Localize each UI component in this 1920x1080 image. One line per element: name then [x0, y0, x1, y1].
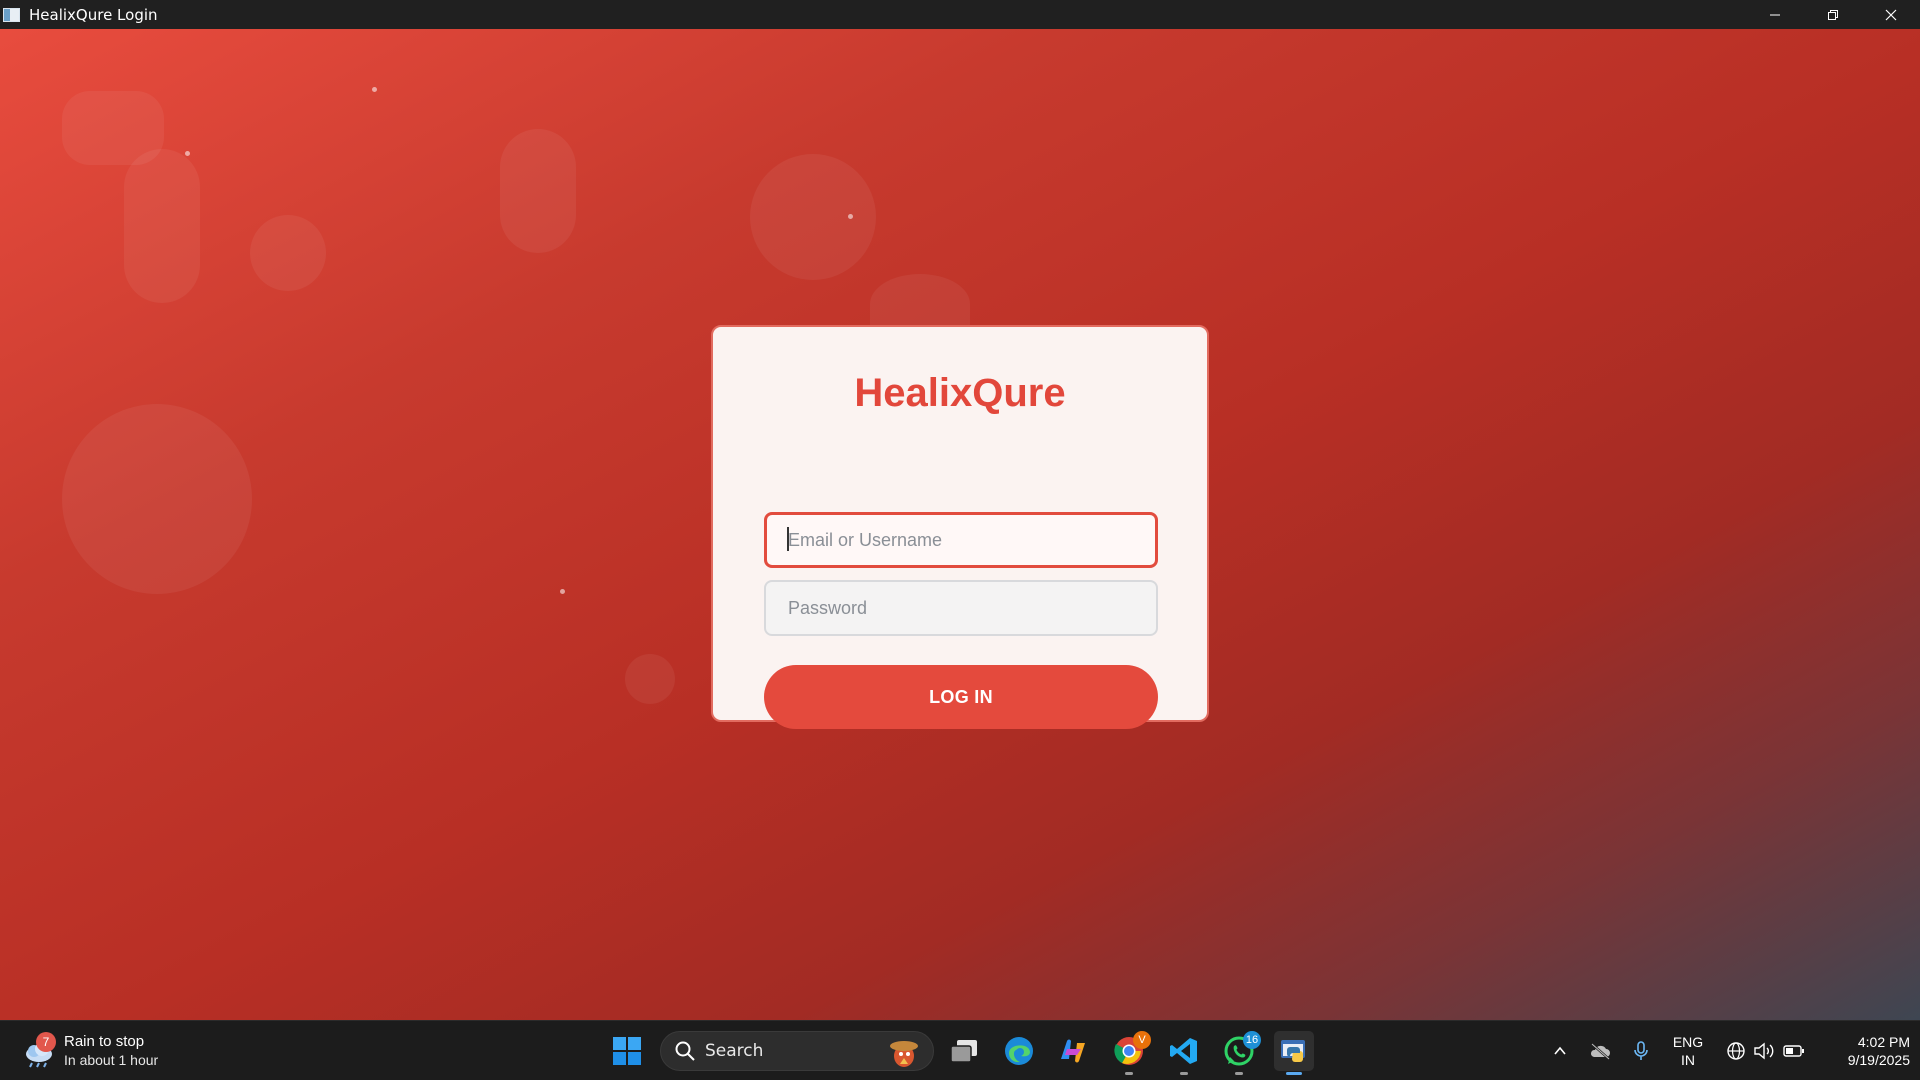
text-caret	[787, 527, 789, 551]
chrome-profile-badge: V	[1133, 1031, 1151, 1049]
globe-network-icon	[1727, 1042, 1745, 1060]
whatsapp-button[interactable]: 16	[1219, 1031, 1261, 1075]
close-button[interactable]	[1862, 0, 1920, 29]
window-titlebar[interactable]: HealixQure Login	[0, 0, 1920, 29]
search-label: Search	[705, 1041, 764, 1061]
window-controls	[1746, 0, 1920, 29]
minimize-button[interactable]	[1746, 0, 1804, 29]
close-icon	[1885, 9, 1897, 20]
decorative-bubble	[250, 215, 326, 291]
show-hidden-icons-button[interactable]	[1548, 1039, 1572, 1063]
login-card: HealixQure LOG IN	[711, 325, 1209, 729]
login-screen-background: HealixQure LOG IN	[0, 29, 1920, 1020]
chrome-browser-button[interactable]: V	[1109, 1031, 1151, 1075]
vscode-icon	[1170, 1038, 1197, 1064]
decorative-bubble	[750, 154, 876, 280]
python-app-icon	[1281, 1040, 1305, 1062]
password-input[interactable]	[764, 580, 1158, 636]
task-view-button[interactable]	[944, 1031, 984, 1071]
decorative-bubble	[62, 404, 252, 594]
restore-button[interactable]	[1804, 0, 1862, 29]
volume-button[interactable]	[1752, 1039, 1776, 1063]
running-indicator	[1125, 1072, 1133, 1075]
decorative-dot	[848, 214, 853, 219]
decorative-bubble	[124, 149, 200, 303]
brand-title: HealixQure	[854, 371, 1066, 415]
decorative-dot	[372, 87, 377, 92]
microphone-button[interactable]	[1629, 1039, 1653, 1063]
edge-browser-icon	[1005, 1037, 1033, 1065]
search-highlight-art-icon	[890, 1041, 918, 1067]
cloud-offline-icon	[1590, 1043, 1610, 1060]
battery-button[interactable]	[1782, 1039, 1806, 1063]
whatsapp-unread-badge: 16	[1243, 1031, 1261, 1049]
chevron-up-icon	[1554, 1046, 1566, 1055]
speaker-volume-icon	[1754, 1042, 1774, 1060]
microphone-icon	[1634, 1041, 1648, 1060]
battery-icon	[1783, 1045, 1804, 1057]
language-region: IN	[1681, 1052, 1695, 1068]
clock-date: 9/19/2025	[1847, 1052, 1910, 1068]
decorative-bubble	[500, 129, 576, 253]
input-language-indicator[interactable]: ENG IN	[1668, 1033, 1708, 1069]
vscode-button[interactable]	[1164, 1031, 1204, 1075]
minimize-icon	[1770, 14, 1780, 15]
running-indicator	[1235, 1072, 1243, 1075]
edge-browser-button[interactable]	[999, 1031, 1039, 1071]
python-app-button[interactable]	[1274, 1031, 1314, 1075]
network-button[interactable]	[1724, 1039, 1748, 1063]
restore-icon	[1828, 9, 1838, 20]
window-title: HealixQure Login	[29, 5, 158, 24]
app-window-icon	[3, 7, 20, 22]
language-code: ENG	[1672, 1034, 1704, 1050]
copilot-button[interactable]	[1053, 1031, 1093, 1071]
decorative-dot	[560, 589, 565, 594]
login-button[interactable]: LOG IN	[764, 665, 1158, 729]
onedrive-status-button[interactable]	[1588, 1039, 1612, 1063]
decorative-bubble	[625, 654, 675, 704]
start-button[interactable]	[607, 1031, 647, 1071]
email-username-input[interactable]	[764, 512, 1158, 568]
task-view-icon	[950, 1040, 977, 1063]
taskbar: 7 Rain to stop In about 1 hour Search V …	[0, 1020, 1920, 1080]
clock-time: 4:02 PM	[1857, 1034, 1910, 1050]
system-clock[interactable]: 4:02 PM 9/19/2025	[1820, 1033, 1910, 1069]
decorative-dot	[185, 151, 190, 156]
copilot-icon	[1061, 1039, 1085, 1063]
running-indicator	[1286, 1072, 1302, 1075]
windows-logo-icon	[613, 1037, 641, 1065]
running-indicator	[1180, 1072, 1188, 1075]
search-icon	[675, 1041, 695, 1061]
taskbar-search-box[interactable]: Search	[660, 1031, 934, 1071]
